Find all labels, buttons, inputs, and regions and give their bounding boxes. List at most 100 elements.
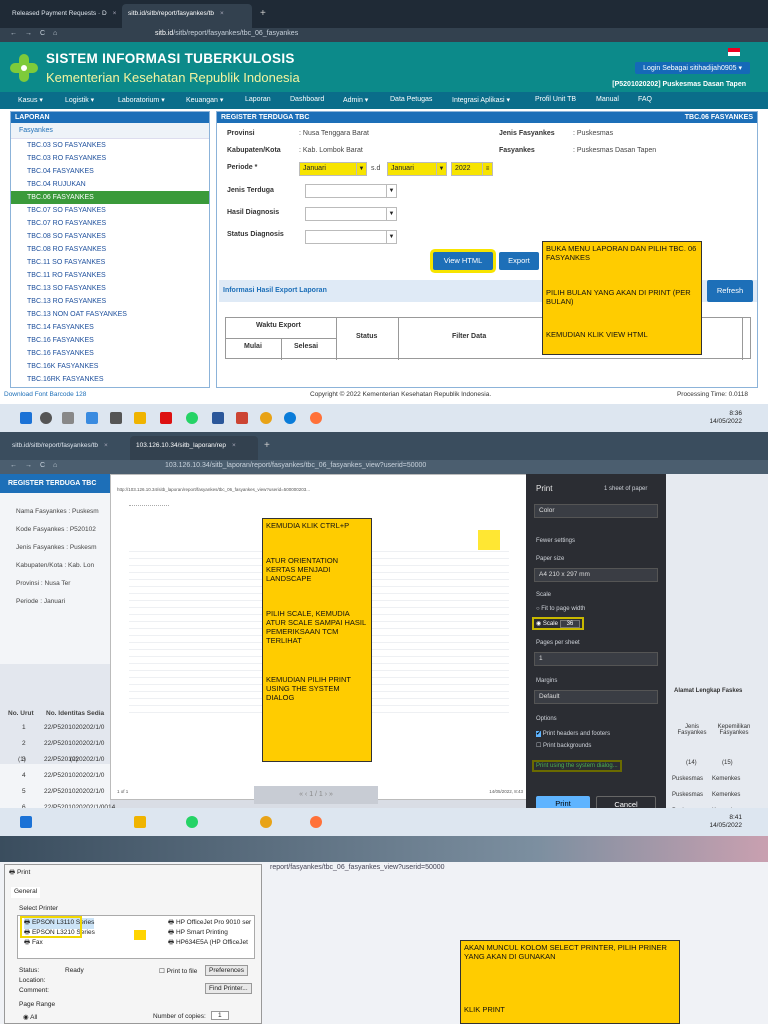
taskview-icon[interactable] bbox=[62, 412, 74, 424]
status-diagnosis-select[interactable]: ▼ bbox=[305, 230, 397, 244]
edge-icon[interactable] bbox=[284, 412, 296, 424]
windows-icon[interactable] bbox=[20, 816, 32, 828]
windows-icon[interactable] bbox=[20, 412, 32, 424]
preview-page-count: 1 of 1 bbox=[117, 789, 129, 794]
printer-list[interactable]: 🖶 EPSON L3110 Series 🖶 EPSON L3210 Serie… bbox=[17, 915, 255, 959]
url-text[interactable]: report/fasyankes/tbc_06_fasyankes_view?u… bbox=[270, 864, 445, 871]
pager[interactable]: « ‹ 1 / 1 › » bbox=[254, 786, 378, 804]
app-icon[interactable] bbox=[236, 412, 248, 424]
backgrounds-checkbox[interactable]: ☐ Print backgrounds bbox=[536, 742, 591, 749]
close-icon[interactable]: × bbox=[220, 10, 224, 17]
headers-checkbox[interactable]: ✔ Print headers and footers bbox=[536, 730, 610, 737]
nav-arrows-icon[interactable]: ←→C⌂ bbox=[10, 30, 65, 37]
firefox-icon[interactable] bbox=[310, 816, 322, 828]
periode-label: Periode * bbox=[227, 164, 258, 171]
whatsapp-icon[interactable] bbox=[186, 816, 198, 828]
browser-tab[interactable]: sitb.id/sitb/report/fasyankes/tb × bbox=[6, 436, 126, 460]
browser-tab[interactable]: Released Payment Requests · D × bbox=[6, 4, 118, 28]
color-select[interactable]: Color bbox=[534, 504, 658, 518]
all-pages-radio[interactable]: ◉ All bbox=[23, 1013, 37, 1021]
refresh-button[interactable]: Refresh bbox=[707, 280, 753, 302]
whatsapp-icon[interactable] bbox=[186, 412, 198, 424]
fewer-settings-toggle[interactable]: Fewer settings bbox=[536, 538, 575, 544]
browser-tab-active[interactable]: 103.126.10.34/sitb_laporan/rep × bbox=[130, 436, 258, 460]
menu-item[interactable]: Laporan bbox=[245, 96, 271, 103]
menu-item[interactable]: Laboratorium ▾ bbox=[118, 96, 165, 104]
sidebar-item[interactable]: TBC.03 RO FASYANKES bbox=[11, 152, 209, 165]
menu-item[interactable]: Manual bbox=[596, 96, 619, 103]
table-header: Waktu Export bbox=[256, 322, 301, 329]
menu-item[interactable]: Logistik ▾ bbox=[65, 96, 94, 104]
close-icon[interactable]: × bbox=[113, 10, 117, 17]
menu-item[interactable]: Keuangan ▾ bbox=[186, 96, 223, 104]
taskbar: 8:41 14/05/2022 bbox=[0, 808, 768, 836]
export-button[interactable]: Export bbox=[499, 252, 539, 270]
menu-item[interactable]: Kasus ▾ bbox=[18, 96, 43, 104]
sidebar-item[interactable]: TBC.07 SO FASYANKES bbox=[11, 204, 209, 217]
sidebar-item[interactable]: TBC.13 SO FASYANKES bbox=[11, 282, 209, 295]
fit-width-radio[interactable]: ○ Fit to page width bbox=[536, 606, 585, 612]
folder-icon[interactable] bbox=[134, 412, 146, 424]
jenis-terduga-label: Jenis Terduga bbox=[227, 187, 274, 194]
sidebar-item-selected[interactable]: TBC.06 FASYANKES bbox=[11, 191, 209, 204]
scale-radio[interactable]: ◉ Scale 36 bbox=[534, 619, 582, 628]
printer-item[interactable]: 🖶 HP634E5A (HP OfficeJet bbox=[168, 938, 248, 949]
hasil-diagnosis-select[interactable]: ▼ bbox=[305, 207, 397, 221]
system-dialog-link[interactable]: Print using the system dialog... bbox=[534, 762, 620, 770]
menu-item[interactable]: Integrasi Aplikasi ▾ bbox=[452, 96, 510, 104]
sheets-count: 1 sheet of paper bbox=[604, 486, 648, 492]
sidebar-item[interactable]: TBC.13 NON OAT FASYANKES bbox=[11, 308, 209, 321]
chrome-icon[interactable] bbox=[260, 816, 272, 828]
app-icon[interactable] bbox=[110, 412, 122, 424]
copies-input[interactable]: 1 bbox=[211, 1011, 229, 1020]
sidebar-item[interactable]: TBC.16RK FASYANKES bbox=[11, 373, 209, 386]
address-bar[interactable]: ←→C⌂ sitb.id/sitb/report/fasyankes/tbc_0… bbox=[0, 28, 768, 42]
preferences-button[interactable]: Preferences bbox=[205, 965, 249, 976]
menu-item[interactable]: Admin ▾ bbox=[343, 96, 368, 104]
find-printer-button[interactable]: Find Printer... bbox=[205, 983, 252, 994]
new-tab-icon[interactable]: + bbox=[264, 440, 270, 451]
sidebar-item[interactable]: TBC.03 SO FASYANKES bbox=[11, 139, 209, 152]
sidebar-item[interactable]: TBC.13 RO FASYANKES bbox=[11, 295, 209, 308]
margins-select[interactable]: Default bbox=[534, 690, 658, 704]
sidebar-item[interactable]: TBC.11 SO FASYANKES bbox=[11, 256, 209, 269]
firefox-icon[interactable] bbox=[310, 412, 322, 424]
sidebar-item[interactable]: TBC.16K FASYANKES bbox=[11, 360, 209, 373]
netflix-icon[interactable] bbox=[160, 412, 172, 424]
sidebar-item[interactable]: TBC.07 RO FASYANKES bbox=[11, 217, 209, 230]
periode-from-select[interactable]: Januari ▼ bbox=[299, 162, 367, 176]
menu-item[interactable]: Data Petugas bbox=[390, 96, 432, 103]
view-html-button[interactable]: View HTML bbox=[433, 252, 493, 270]
jenis-terduga-select[interactable]: ▼ bbox=[305, 184, 397, 198]
folder-icon[interactable] bbox=[134, 816, 146, 828]
word-icon[interactable] bbox=[212, 412, 224, 424]
menu-item[interactable]: FAQ bbox=[638, 96, 652, 103]
sidebar-item[interactable]: TBC.08 SO FASYANKES bbox=[11, 230, 209, 243]
menu-item[interactable]: Profil Unit TB bbox=[535, 96, 576, 103]
address-bar[interactable]: ←→C⌂ 103.126.10.34/sitb_laporan/report/f… bbox=[0, 460, 768, 474]
new-tab-icon[interactable]: + bbox=[260, 8, 266, 19]
sidebar-item[interactable]: TBC.04 RUJUKAN bbox=[11, 178, 209, 191]
sidebar-item[interactable]: TBC.16 FASYANKES bbox=[11, 347, 209, 360]
url-text[interactable]: sitb.id/sitb/report/fasyankes/tbc_06_fas… bbox=[155, 30, 298, 37]
barcode-link[interactable]: Download Font Barcode 128 bbox=[4, 391, 86, 398]
sidebar-item[interactable]: TBC.04 FASYANKES bbox=[11, 165, 209, 178]
screenshot-panel-3: report/fasyankes/tbc_06_fasyankes_view?u… bbox=[0, 836, 768, 1024]
login-button[interactable]: Login Sebagai sitihadijah0905 ▾ bbox=[635, 62, 750, 74]
paper-size-select[interactable]: A4 210 x 297 mm bbox=[534, 568, 658, 582]
print-to-file-checkbox[interactable]: ☐ Print to file bbox=[159, 967, 197, 975]
menu-item[interactable]: Dashboard bbox=[290, 96, 324, 103]
chrome-icon[interactable] bbox=[260, 412, 272, 424]
search-icon[interactable] bbox=[40, 412, 52, 424]
sidebar-item[interactable]: TBC.14 FASYANKES bbox=[11, 321, 209, 334]
periode-to-select[interactable]: Januari ▼ bbox=[387, 162, 447, 176]
general-tab[interactable]: General bbox=[11, 887, 41, 898]
printer-item[interactable]: 🖶 Fax bbox=[24, 938, 43, 949]
onedrive-icon[interactable] bbox=[86, 412, 98, 424]
pages-per-sheet-select[interactable]: 1 bbox=[534, 652, 658, 666]
browser-tab-active[interactable]: sitb.id/sitb/report/fasyankes/tb × bbox=[122, 4, 252, 28]
year-select[interactable]: 2022 ≡ bbox=[451, 162, 493, 176]
sidebar-item[interactable]: TBC.16 FASYANKES bbox=[11, 334, 209, 347]
sidebar-item[interactable]: TBC.11 RO FASYANKES bbox=[11, 269, 209, 282]
sidebar-item[interactable]: TBC.08 RO FASYANKES bbox=[11, 243, 209, 256]
